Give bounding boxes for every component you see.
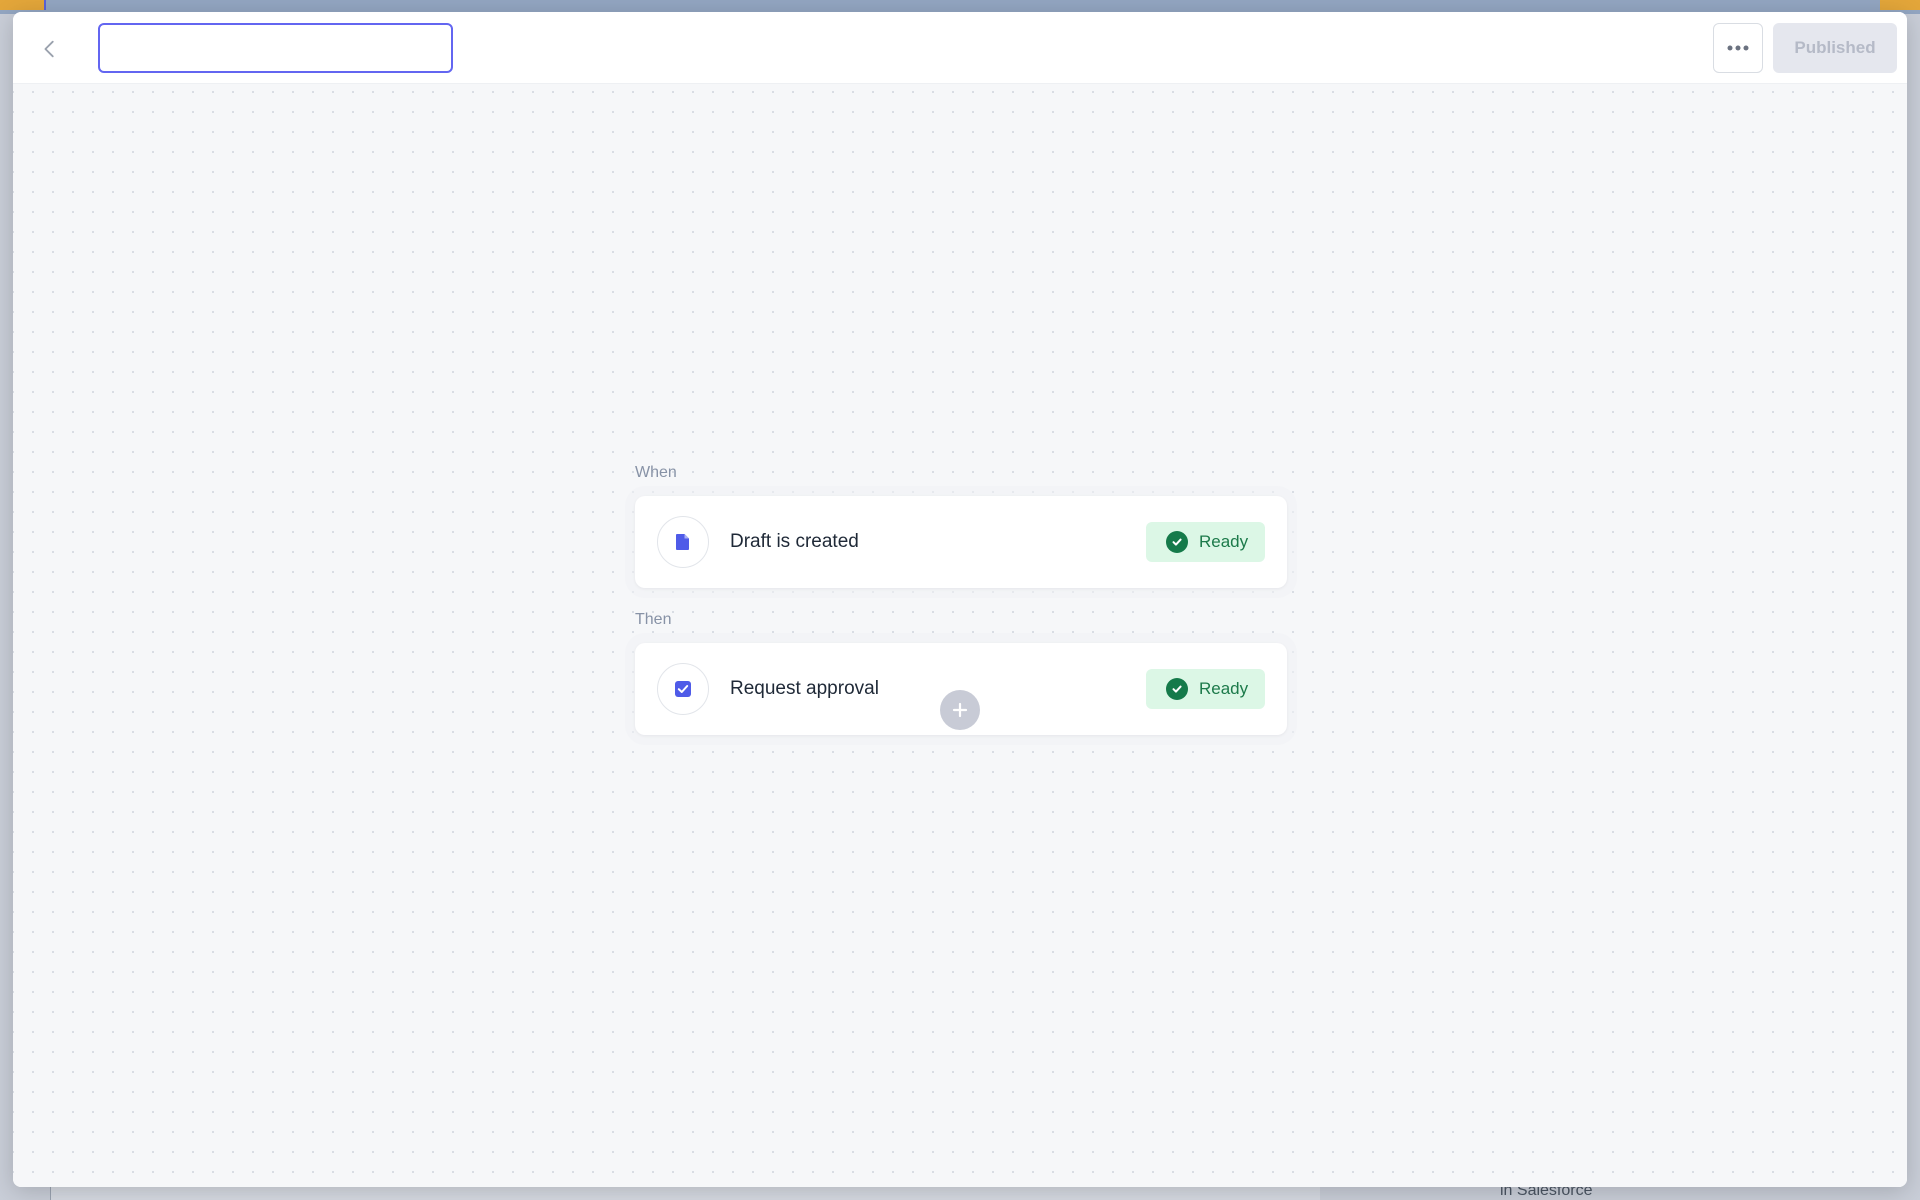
plus-icon: [952, 702, 968, 718]
workflow-canvas: [13, 84, 1907, 1187]
more-horizontal-icon: [1727, 45, 1749, 51]
back-button[interactable]: [25, 24, 75, 74]
chevron-left-icon: [44, 40, 54, 58]
backdrop-corner-accent: [1880, 0, 1920, 10]
checkbox-icon: [675, 681, 691, 697]
editor-header: Published: [13, 12, 1907, 84]
status-label: Ready: [1199, 532, 1249, 551]
trigger-section-label: When: [635, 464, 677, 481]
check-circle-icon: [1166, 678, 1188, 700]
publish-button[interactable]: Published: [1773, 23, 1897, 73]
check-circle-icon: [1166, 531, 1188, 553]
trigger-step-card[interactable]: Draft is created Ready: [635, 496, 1287, 588]
backdrop-panel: [50, 1186, 1320, 1200]
step-title: Request approval: [730, 678, 879, 699]
status-label: Ready: [1199, 679, 1249, 698]
status-badge: Ready: [1146, 522, 1265, 562]
workflow-name-input[interactable]: [98, 23, 453, 73]
action-section-label: Then: [635, 611, 672, 628]
step-title: Draft is created: [730, 531, 859, 552]
status-badge: Ready: [1146, 669, 1265, 709]
document-icon: [676, 534, 689, 550]
step-icon-container: [657, 516, 709, 568]
backdrop-logo: [0, 0, 46, 10]
step-icon-container: [657, 663, 709, 715]
workflow-editor-modal: Published When Draft is created Ready Th…: [13, 12, 1907, 1187]
more-options-button[interactable]: [1713, 23, 1763, 73]
add-step-button[interactable]: [940, 690, 980, 730]
